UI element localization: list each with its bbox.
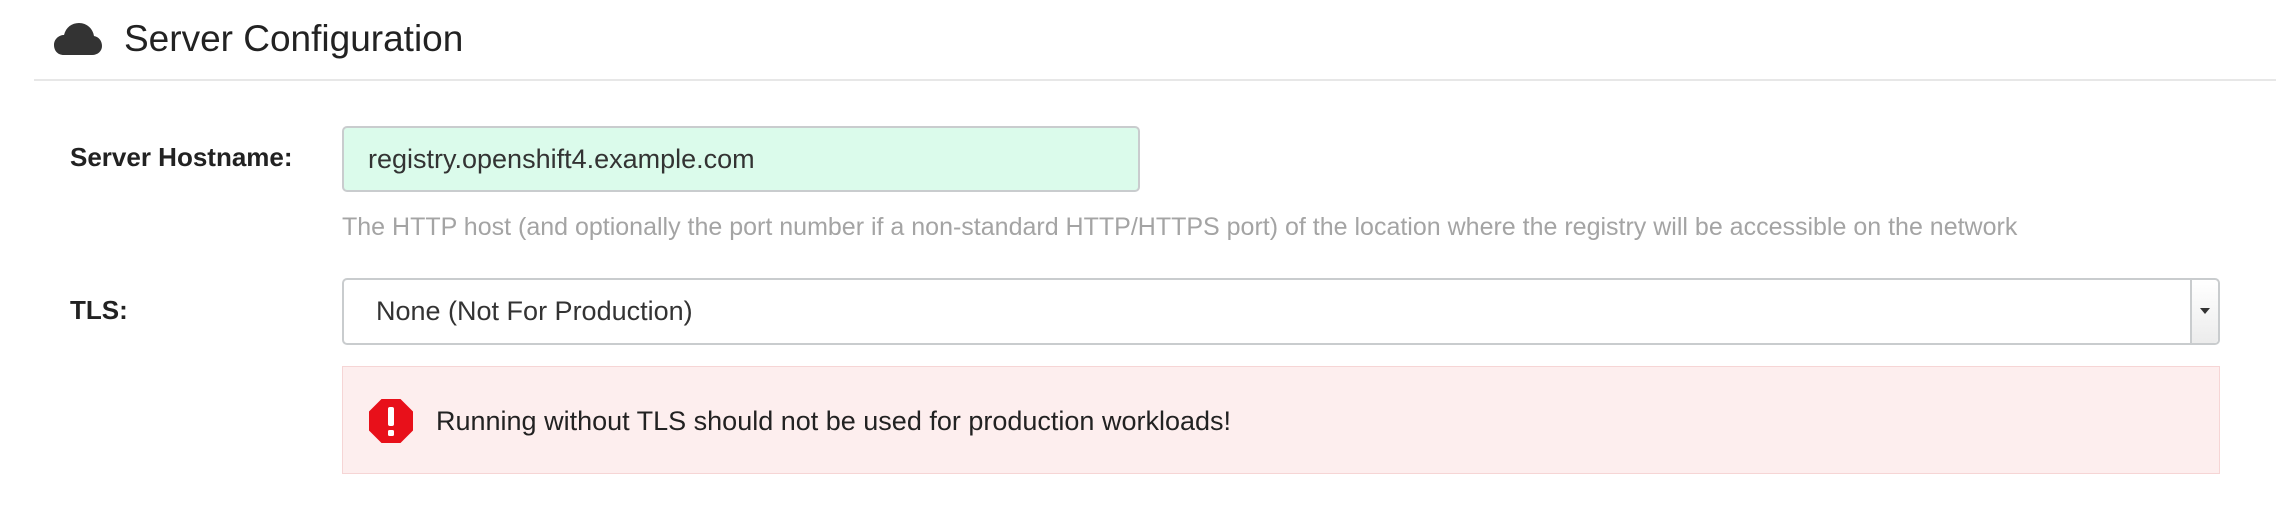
server-hostname-label: Server Hostname: (70, 142, 293, 172)
section-header: Server Configuration (34, 0, 2276, 81)
tls-select-toggle[interactable] (2190, 280, 2218, 343)
tls-select[interactable]: None (Not For Production) (342, 278, 2220, 345)
tls-label: TLS: (70, 295, 128, 325)
chevron-down-icon (2200, 308, 2210, 314)
tls-warning-alert: Running without TLS should not be used f… (342, 366, 2220, 474)
alert-octagon-icon (369, 399, 413, 443)
server-hostname-help-text: The HTTP host (and optionally the port n… (342, 213, 2018, 241)
cloud-icon (54, 23, 102, 55)
page-title: Server Configuration (124, 18, 464, 59)
alert-message: Running without TLS should not be used f… (436, 406, 1231, 436)
tls-select-value: None (Not For Production) (376, 296, 693, 326)
server-hostname-input[interactable] (342, 126, 1140, 192)
